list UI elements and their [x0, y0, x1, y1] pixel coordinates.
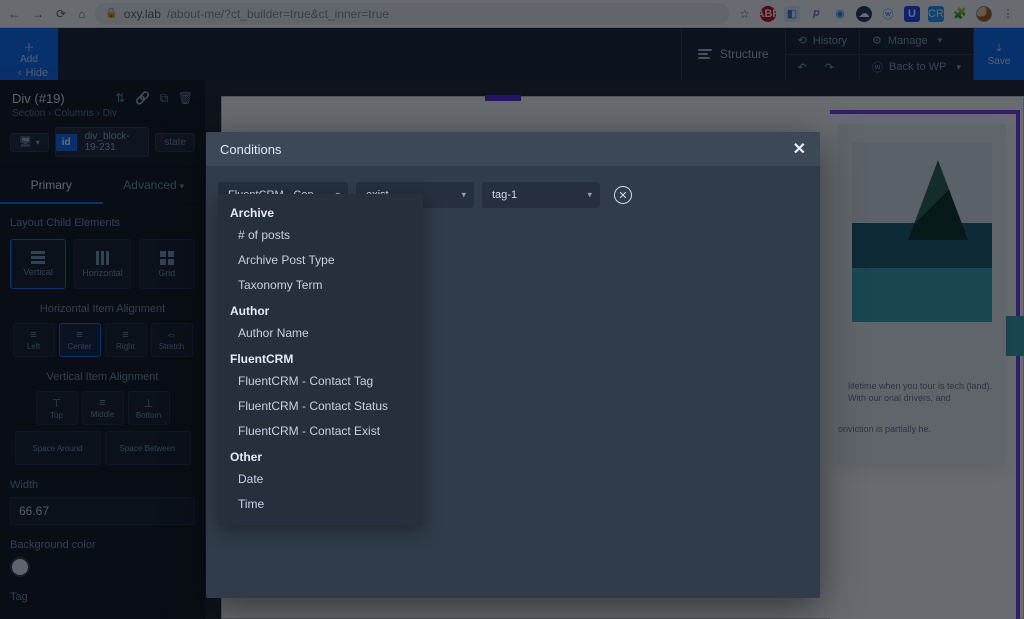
menu-item-archive-post-type[interactable]: Archive Post Type: [218, 248, 423, 273]
menu-item-fc-status[interactable]: FluentCRM - Contact Status: [218, 394, 423, 419]
menu-group-author: Author: [218, 298, 423, 321]
menu-item-fc-exist[interactable]: FluentCRM - Contact Exist: [218, 419, 423, 444]
condition-value-dropdown[interactable]: tag-1 ▾: [482, 182, 600, 208]
menu-item-taxonomy-term[interactable]: Taxonomy Term: [218, 273, 423, 298]
modal-header: Conditions ✕: [206, 132, 820, 166]
menu-item-author-name[interactable]: Author Name: [218, 321, 423, 346]
close-icon[interactable]: ✕: [793, 139, 806, 159]
menu-item-time[interactable]: Time: [218, 492, 423, 517]
menu-group-archive: Archive: [218, 200, 423, 223]
condition-type-menu: Archive # of posts Archive Post Type Tax…: [218, 194, 423, 525]
chevron-down-icon: ▾: [461, 190, 466, 201]
menu-group-other: Other: [218, 444, 423, 467]
remove-condition-button[interactable]: ✕: [614, 186, 632, 204]
menu-item-date[interactable]: Date: [218, 467, 423, 492]
chevron-down-icon: ▾: [587, 190, 592, 201]
conditions-modal: Conditions ✕ FluentCRM - Contact Tag ▾ e…: [206, 132, 820, 598]
dropdown-value: tag-1: [492, 189, 517, 201]
modal-title: Conditions: [220, 142, 281, 157]
menu-group-fluentcrm: FluentCRM: [218, 346, 423, 369]
close-icon: ✕: [618, 189, 627, 202]
menu-item-fc-tag[interactable]: FluentCRM - Contact Tag: [218, 369, 423, 394]
menu-item-num-posts[interactable]: # of posts: [218, 223, 423, 248]
